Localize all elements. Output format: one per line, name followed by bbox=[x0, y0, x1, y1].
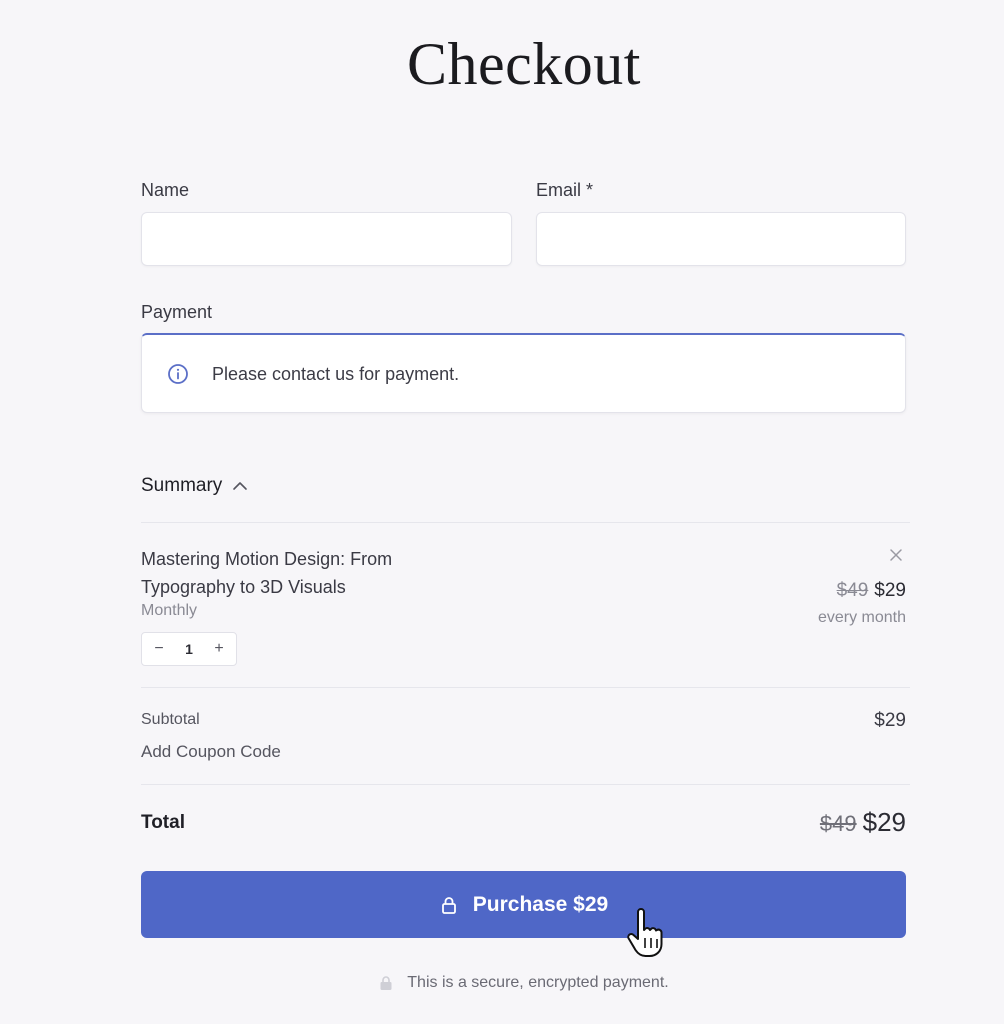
purchase-button[interactable]: Purchase $29 bbox=[141, 871, 906, 938]
summary-toggle[interactable]: Summary bbox=[141, 475, 248, 497]
items-divider bbox=[141, 687, 910, 688]
name-input[interactable] bbox=[141, 212, 512, 266]
add-coupon-link[interactable]: Add Coupon Code bbox=[141, 742, 281, 762]
payment-label: Payment bbox=[141, 302, 213, 322]
product-price: $49 $29 bbox=[837, 580, 906, 602]
original-price: $49 bbox=[836, 580, 869, 601]
subtotal-value: $29 bbox=[874, 710, 906, 731]
totals-divider bbox=[141, 784, 910, 785]
lock-icon bbox=[380, 976, 392, 990]
hand-pointer-icon bbox=[627, 908, 663, 957]
lock-icon bbox=[441, 896, 456, 914]
total-original-price: $49 bbox=[819, 811, 857, 836]
quantity-stepper: − 1 + bbox=[141, 632, 237, 666]
info-icon bbox=[168, 364, 188, 384]
billing-period: every month bbox=[817, 609, 906, 626]
increment-button[interactable]: + bbox=[210, 641, 228, 657]
summary-label: Summary bbox=[141, 475, 223, 496]
total-label: Total bbox=[141, 812, 185, 833]
email-label: Email * bbox=[536, 180, 594, 200]
total-price: $49 $29 bbox=[820, 807, 906, 838]
summary-divider bbox=[141, 522, 910, 523]
name-label: Name bbox=[141, 180, 190, 200]
purchase-label: Purchase $29 bbox=[472, 892, 609, 916]
total-value: $29 bbox=[862, 807, 906, 837]
page-title: Checkout bbox=[407, 31, 641, 97]
decrement-button[interactable]: − bbox=[150, 641, 168, 657]
email-input[interactable] bbox=[536, 212, 906, 266]
quantity-value: 1 bbox=[185, 641, 193, 657]
secure-payment-note: This is a secure, encrypted payment. bbox=[0, 974, 1004, 992]
product-name: Mastering Motion Design: From Typography… bbox=[141, 549, 393, 597]
close-icon[interactable] bbox=[886, 545, 906, 565]
product-plan: Monthly bbox=[141, 602, 198, 619]
current-price: $29 bbox=[874, 580, 906, 601]
secure-payment-text: This is a secure, encrypted payment. bbox=[407, 974, 669, 991]
payment-info-box: Please contact us for payment. bbox=[141, 333, 906, 413]
chevron-up-icon bbox=[233, 482, 248, 490]
subtotal-label: Subtotal bbox=[141, 711, 200, 728]
payment-message: Please contact us for payment. bbox=[212, 364, 460, 384]
